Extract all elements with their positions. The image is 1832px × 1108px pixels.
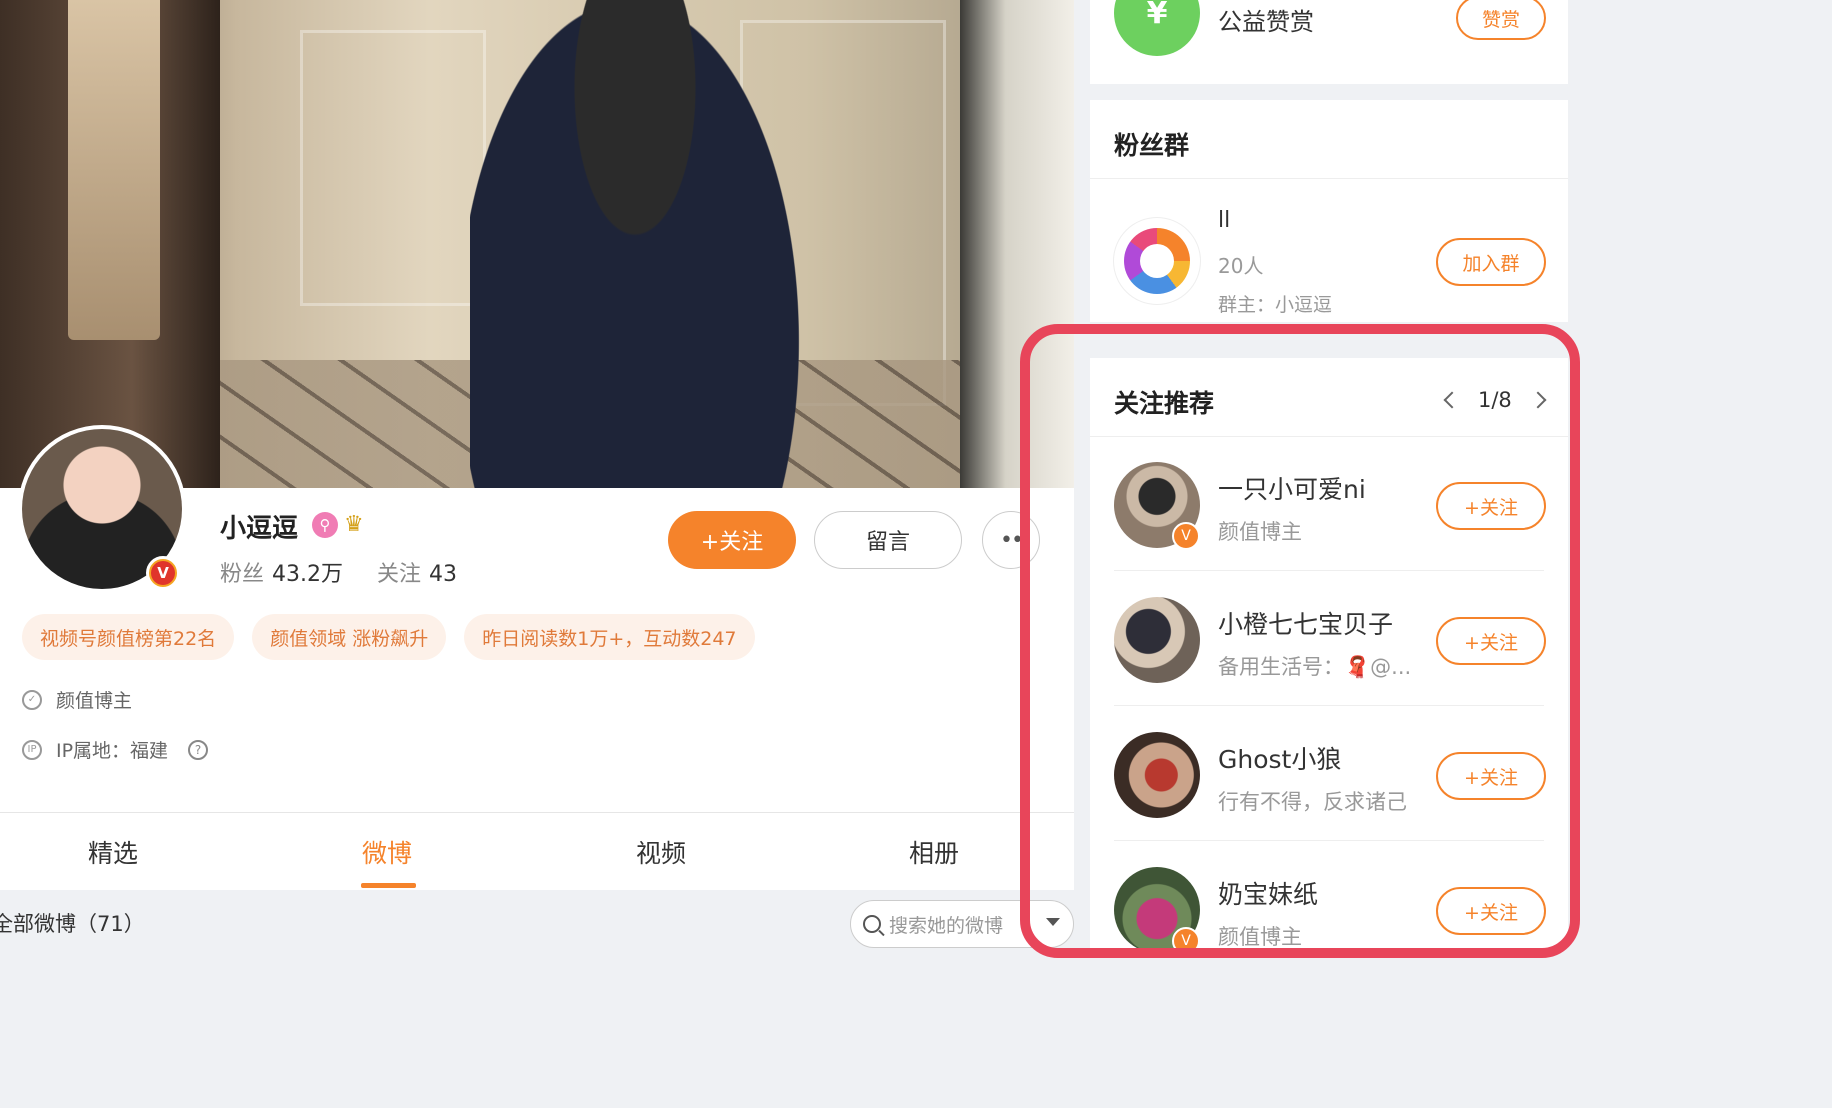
join-group-button[interactable]: 加入群 — [1436, 238, 1546, 286]
ip-location-text: IP属地：福建 — [56, 740, 169, 762]
fan-group-title: 粉丝群 — [1114, 131, 1190, 160]
tab-video[interactable]: 视频 — [636, 834, 686, 870]
follow-button[interactable]: +关注 — [1436, 887, 1546, 935]
group-name[interactable]: ll — [1218, 208, 1230, 233]
cover-mirror-edge — [960, 0, 1074, 488]
category-row: ✓ 颜值博主 — [22, 686, 132, 713]
weibo-profile-page: V 小逗逗 ⚲ ♛ 粉丝 43.2万 关注 43 +关注 留言 •• 视频号颜值榜第2… — [0, 0, 1580, 958]
recommendation-desc: 行有不得，反求诸己 — [1218, 790, 1407, 814]
search-placeholder: 搜索她的微博 — [889, 914, 1004, 937]
follow-button[interactable]: +关注 — [1436, 482, 1546, 530]
recommendation-item[interactable]: V 奶宝妹纸 颜值博主 +关注 — [1090, 841, 1568, 976]
pager: 1/8 — [1443, 388, 1547, 412]
recommendation-desc: 颜值博主 — [1218, 925, 1302, 949]
cover-door-plate — [68, 0, 160, 340]
help-icon[interactable]: ? — [188, 739, 209, 760]
recommendation-item[interactable]: V 一只小可爱ni 颜值博主 +关注 — [1090, 436, 1568, 571]
recommendation-name[interactable]: 奶宝妹纸 — [1218, 875, 1318, 911]
avatar[interactable] — [1114, 597, 1200, 683]
chevron-down-icon[interactable] — [1046, 918, 1060, 926]
all-posts-label[interactable]: 全部微博（71） — [0, 908, 145, 938]
name-badges: ⚲ ♛ — [312, 512, 376, 538]
verified-badge-icon: V — [1172, 927, 1200, 955]
heart-yen-icon: ¥ — [1114, 0, 1200, 56]
recommendation-name[interactable]: 小橙七七宝贝子 — [1218, 605, 1393, 641]
group-owner: 群主：小逗逗 — [1218, 294, 1333, 316]
fans-stat[interactable]: 粉丝 43.2万 — [220, 562, 343, 587]
recommendations-title: 关注推荐 — [1114, 389, 1215, 418]
group-logo-icon[interactable] — [1114, 218, 1200, 304]
profile-tabs: 精选 微博 视频 相册 — [0, 812, 1074, 888]
reward-card: ¥ 公益赞赏 赞赏 — [1090, 0, 1568, 84]
crown-badge-icon[interactable]: ♛ — [344, 512, 376, 538]
profile-tags: 视频号颜值榜第22名 颜值领域 涨粉飙升 昨日阅读数1万+，互动数247 — [22, 614, 755, 660]
ip-location-row: IP IP属地：福建 ? — [22, 736, 209, 763]
search-icon — [863, 915, 881, 933]
follow-button[interactable]: +关注 — [1436, 617, 1546, 665]
chevron-left-icon[interactable] — [1443, 391, 1461, 409]
profile-tag[interactable]: 视频号颜值榜第22名 — [22, 614, 235, 660]
cover-photo[interactable] — [0, 0, 1074, 488]
profile-tag[interactable]: 昨日阅读数1万+，互动数247 — [464, 614, 755, 660]
message-button[interactable]: 留言 — [814, 511, 962, 569]
shield-icon: ✓ — [22, 689, 42, 710]
profile-main: V 小逗逗 ⚲ ♛ 粉丝 43.2万 关注 43 +关注 留言 •• 视频号颜值榜第2… — [0, 0, 1074, 948]
tab-album[interactable]: 相册 — [909, 834, 959, 870]
verified-badge-icon: V — [146, 556, 180, 590]
recommendation-desc: 颜值博主 — [1218, 520, 1302, 544]
recommendation-name[interactable]: Ghost小狼 — [1218, 740, 1341, 776]
follow-button[interactable]: +关注 — [1436, 752, 1546, 800]
following-stat[interactable]: 关注 43 — [377, 562, 457, 587]
chevron-right-icon[interactable] — [1529, 391, 1547, 409]
search-badge-icon[interactable]: ⚲ — [312, 512, 338, 538]
pager-text: 1/8 — [1478, 388, 1512, 412]
recommendation-item[interactable]: Ghost小狼 行有不得，反求诸己 +关注 — [1090, 706, 1568, 841]
reward-title: 公益赞赏 — [1218, 8, 1314, 36]
follow-button[interactable]: +关注 — [668, 511, 796, 569]
active-tab-indicator — [361, 883, 416, 888]
follow-recommendations-card: 关注推荐 1/8 V 一只小可爱ni 颜值博主 +关注 小橙七七宝贝子 备用生活… — [1090, 358, 1568, 955]
avatar[interactable] — [1114, 732, 1200, 818]
reward-button[interactable]: 赞赏 — [1456, 0, 1546, 40]
tab-weibo[interactable]: 微博 — [362, 834, 412, 870]
search-input[interactable]: 搜索她的微博 — [850, 900, 1074, 948]
profile-tag[interactable]: 颜值领域 涨粉飙升 — [252, 614, 447, 660]
recommendation-item[interactable]: 小橙七七宝贝子 备用生活号：🧣@... +关注 — [1090, 571, 1568, 706]
group-member-count: 20人 — [1218, 254, 1264, 278]
more-options-button[interactable]: •• — [982, 511, 1040, 569]
category-text: 颜值博主 — [56, 690, 133, 712]
verified-badge-icon: V — [1172, 522, 1200, 550]
recommendation-desc: 备用生活号：🧣@... — [1218, 655, 1412, 679]
recommendation-name[interactable]: 一只小可爱ni — [1218, 470, 1366, 506]
profile-name: 小逗逗 — [220, 514, 299, 544]
group-logo-hole — [1140, 244, 1174, 278]
ip-icon: IP — [22, 739, 42, 760]
tab-featured[interactable]: 精选 — [88, 834, 138, 870]
cover-person — [470, 0, 800, 488]
profile-stats: 粉丝 43.2万 关注 43 — [220, 556, 457, 588]
cover-door-panel — [300, 30, 486, 306]
fan-group-card: 粉丝群 ll 20人 群主：小逗逗 加入群 — [1090, 100, 1568, 322]
divider — [1090, 178, 1568, 179]
